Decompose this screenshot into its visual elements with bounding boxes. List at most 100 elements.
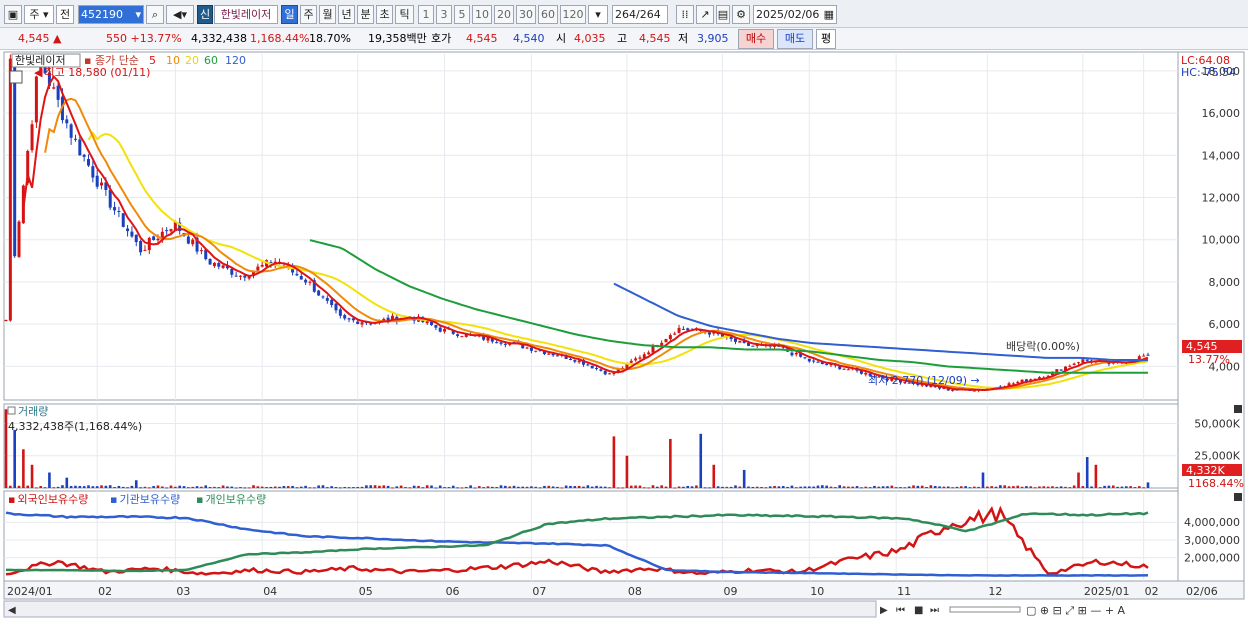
candle-body [1142,355,1146,357]
buy-button[interactable]: 매수 [738,29,774,49]
interval-3[interactable]: 3 [436,5,452,24]
low-price: 3,905 [697,32,729,45]
volume-bar [421,487,425,489]
last-page-icon[interactable]: ⏭ [930,605,939,616]
period-month[interactable]: 월 [319,5,336,24]
time-tick-label: 03 [176,585,190,598]
volume-bar [525,486,529,488]
volume-bar [304,485,307,488]
search-icon[interactable]: ⌕ [146,5,164,24]
volume-bar [478,486,481,488]
period-second[interactable]: 초 [376,5,393,24]
ma60-label: 60 [204,54,218,67]
bar-count-field[interactable]: 264/264 [612,5,668,24]
volume-bar [1107,485,1111,488]
date-value: 2025/02/06 [756,8,820,21]
volume-bar [334,487,338,489]
volume-bar [808,486,811,488]
candle-body [91,166,95,178]
zoom-slider[interactable] [949,606,1021,613]
volume-bar [378,485,381,488]
volume-bar [208,487,212,489]
candle-body [608,373,612,375]
time-tick-label: 11 [897,585,911,598]
candle-body [295,273,299,276]
high-label: 고 [617,32,628,45]
volume-bar [643,487,646,489]
gear-icon[interactable]: ⚙ [732,5,750,24]
volume-panel[interactable] [3,403,1179,489]
candle-body [134,234,138,243]
speaker-icon[interactable]: ◀▾ [166,5,194,24]
compare-button[interactable]: 전 [56,5,74,24]
calendar-icon[interactable]: ▦ [824,6,834,23]
stock-code-input[interactable]: 452190 ▾ [78,5,144,24]
first-page-icon[interactable]: ⏮ [896,605,905,616]
volume-bar [1016,485,1020,488]
period-day[interactable]: 일 [281,5,298,24]
candle-body [108,189,112,208]
stop-icon[interactable]: ■ [914,605,923,616]
candle-body [951,390,955,392]
interval-20[interactable]: 20 [494,5,514,24]
volume-bar [486,486,490,488]
volume-bar [265,486,268,488]
candle-body [212,262,216,267]
candle-body [647,352,651,355]
period-tick[interactable]: 틱 [395,5,414,24]
market-select[interactable]: 주 ▾ [24,5,54,24]
volume-bar [738,486,742,488]
volume-bar [226,486,229,488]
date-field[interactable]: 2025/02/06 ▦ [753,5,837,24]
chart-svg[interactable]: 18,00016,00014,00012,00010,0008,0006,000… [0,50,1248,621]
interval-30[interactable]: 30 [516,5,536,24]
volume-bar [295,487,299,489]
candle-body [525,347,529,349]
institution-holdings-label: ▪ 기관보유수량 [110,493,180,506]
price-change: 550 +13.77% [106,32,182,45]
period-week[interactable]: 주 [300,5,317,24]
interval-10[interactable]: 10 [472,5,492,24]
period-minute[interactable]: 분 [357,5,374,24]
scroll-left-icon[interactable]: ◀ [8,605,16,616]
zoom-tools-icon[interactable]: ▢ ⊕ ⊟ ⤢ ⊞ — + A [1026,604,1126,617]
interval-1[interactable]: 1 [418,5,434,24]
volume-bar [161,486,164,488]
volume-close-icon[interactable] [1234,405,1242,413]
volume-bar [365,485,368,488]
interval-dropdown[interactable]: ▾ [588,5,608,24]
volume-bar [547,485,551,488]
volume-bar [755,486,759,488]
candle-body [338,309,342,316]
volume-bar [1133,487,1137,489]
interval-5[interactable]: 5 [454,5,470,24]
chart-area[interactable]: 18,000 16,000 14,000 12,000 10,000 8,000 6,000… [0,50,1248,621]
scroll-right-icon[interactable]: ▶ [880,605,888,616]
interval-120[interactable]: 120 [560,5,586,24]
candle-body [113,207,117,211]
flat-button[interactable]: 평 [816,29,836,49]
price-tick-label: 6,000 [1209,318,1241,331]
volume-bar [234,487,238,489]
volume-bar [612,436,616,488]
save-icon[interactable]: ▤ [716,5,730,24]
interval-60[interactable]: 60 [538,5,558,24]
window-menu-icon[interactable]: ▣ [4,5,22,24]
horizontal-scrollbar[interactable] [3,600,877,618]
period-year[interactable]: 년 [338,5,355,24]
sell-button[interactable]: 매도 [777,29,813,49]
holdings-close-icon[interactable] [1234,493,1242,501]
volume-bar [104,485,108,488]
chevron-down-icon[interactable]: ▾ [135,6,141,23]
volume-bar [829,486,833,488]
calculator-icon[interactable] [9,70,23,84]
volume-bar [217,487,221,489]
grid-icon[interactable]: ⁞⁞ [676,5,694,24]
volume-ratio: 1,168.44% [250,32,310,45]
candle-body [343,315,347,319]
draw-tool-icon[interactable]: ↗ [696,5,714,24]
volume-bar [156,485,160,488]
volume-bar [1116,486,1119,488]
volume-bar [964,486,967,488]
volume-bar [556,486,559,488]
